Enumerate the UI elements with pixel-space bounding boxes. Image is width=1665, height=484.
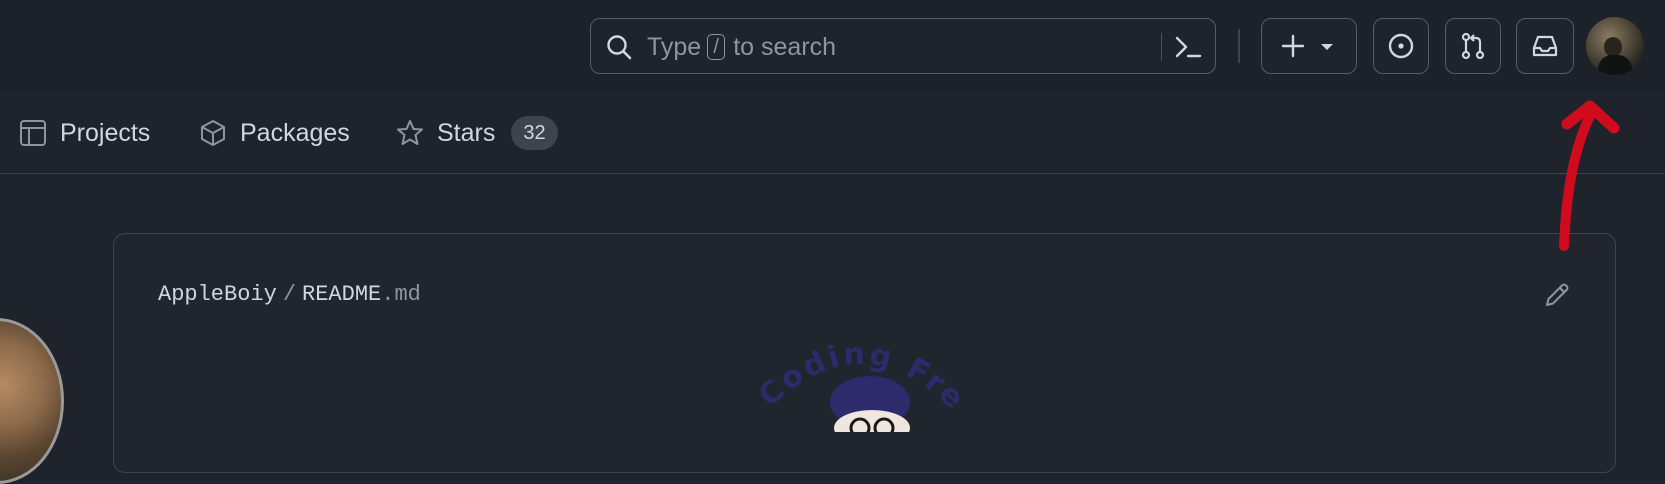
inbox-button[interactable] <box>1516 18 1574 74</box>
command-palette-icon[interactable] <box>1173 33 1203 61</box>
search-input[interactable]: Type / to search <box>590 18 1216 74</box>
plus-icon <box>1281 34 1305 58</box>
annotation-arrow <box>1559 100 1620 251</box>
search-placeholder-post: to search <box>733 33 837 61</box>
tab-projects[interactable]: Projects <box>18 104 150 162</box>
tab-packages[interactable]: Packages <box>198 104 350 162</box>
readme-breadcrumb: AppleBoiy / README.md <box>158 282 421 307</box>
tab-stars-label: Stars <box>437 118 496 147</box>
readme-file-ext: .md <box>381 282 421 307</box>
avatar-body <box>1598 55 1632 75</box>
caret-down-icon <box>1321 44 1333 50</box>
tab-stars[interactable]: Stars 32 <box>395 104 558 162</box>
pull-requests-button[interactable] <box>1445 18 1501 74</box>
tabs-divider <box>0 173 1665 174</box>
git-pull-request-icon <box>1461 32 1485 60</box>
inbox-icon <box>1532 35 1558 57</box>
star-icon <box>397 120 423 145</box>
readme-owner-link[interactable]: AppleBoiy <box>158 282 277 307</box>
search-placeholder: Type / to search <box>647 33 836 61</box>
tab-projects-label: Projects <box>60 118 151 147</box>
avatar-face <box>1604 37 1622 57</box>
search-icon <box>607 35 632 60</box>
search-placeholder-pre: Type <box>647 33 702 61</box>
header-divider <box>1238 29 1240 63</box>
stars-count-badge: 32 <box>511 116 558 150</box>
issues-button[interactable] <box>1373 18 1429 74</box>
search-shortcut-key: / <box>707 34 726 60</box>
readme-file-name: README <box>302 282 382 307</box>
create-new-button[interactable] <box>1261 18 1357 74</box>
profile-photo <box>0 318 64 484</box>
package-icon <box>201 120 225 146</box>
search-divider <box>1161 33 1162 61</box>
top-header: Type / to search <box>0 0 1665 94</box>
tab-packages-label: Packages <box>240 118 350 147</box>
issue-opened-icon <box>1388 33 1414 59</box>
edit-pencil-icon[interactable] <box>1542 280 1572 310</box>
breadcrumb-separator: / <box>282 282 297 307</box>
table-icon <box>20 120 46 146</box>
readme-logo-image: Coding Free <box>760 330 960 432</box>
user-avatar[interactable] <box>1586 17 1644 75</box>
